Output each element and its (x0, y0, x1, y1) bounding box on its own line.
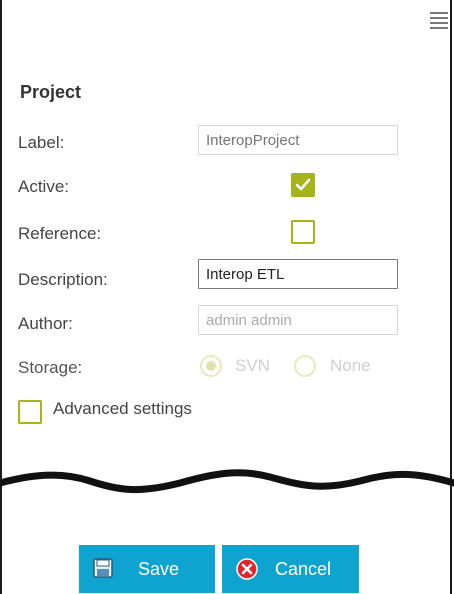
author-input[interactable] (198, 305, 398, 335)
reference-checkbox[interactable] (291, 220, 315, 244)
storage-option-none-label: None (330, 356, 371, 375)
storage-option-svn-label: SVN (235, 356, 270, 375)
storage-label: Storage: (18, 358, 83, 377)
advanced-settings-label: Advanced settings (53, 399, 192, 418)
cancel-button[interactable]: Cancel (222, 545, 359, 593)
active-label: Active: (18, 177, 70, 196)
author-label: Author: (18, 314, 73, 333)
active-checkbox[interactable] (291, 173, 315, 197)
checkmark-icon (295, 178, 311, 191)
save-button[interactable]: Save (79, 545, 215, 593)
reference-label: Reference: (18, 224, 102, 243)
hamburger-menu-icon[interactable] (430, 12, 448, 34)
torn-edge-separator (0, 469, 454, 493)
storage-radio-none[interactable] (294, 355, 316, 377)
section-title: Project (20, 82, 82, 102)
description-input[interactable] (198, 259, 398, 289)
label-field-label: Label: (18, 133, 65, 152)
storage-radio-svn[interactable] (200, 355, 222, 377)
advanced-settings-checkbox[interactable] (18, 400, 42, 424)
cancel-button-label: Cancel (275, 559, 332, 579)
description-label: Description: (18, 270, 108, 289)
floppy-disk-icon (93, 558, 113, 578)
cancel-x-icon (236, 558, 258, 580)
save-button-label: Save (138, 559, 180, 579)
label-input[interactable] (198, 125, 398, 155)
radio-selected-dot (206, 361, 216, 371)
